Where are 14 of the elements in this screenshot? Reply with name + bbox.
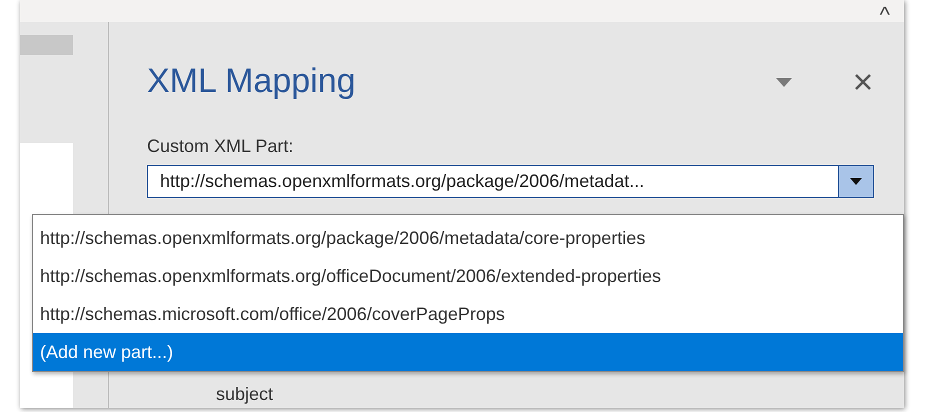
field-label: Custom XML Part: xyxy=(147,136,294,157)
collapse-ribbon-button[interactable]: ^ xyxy=(880,4,890,26)
dropdown-option[interactable]: http://schemas.openxmlformats.org/package/2006/metadata/core-properties xyxy=(33,219,903,257)
caret-icon xyxy=(850,178,862,185)
dropdown-button[interactable] xyxy=(838,166,873,197)
pane-options-icon[interactable] xyxy=(776,78,792,86)
custom-xml-part-combobox[interactable]: http://schemas.openxmlformats.org/package/2006/metadat... xyxy=(147,165,874,198)
dropdown-option[interactable]: http://schemas.openxmlformats.org/officeDocument/2006/extended-properties xyxy=(33,257,903,295)
pane-title: XML Mapping xyxy=(147,62,357,100)
ruler xyxy=(20,35,73,55)
tree-node[interactable]: subject xyxy=(216,384,274,404)
dropdown-option[interactable]: http://schemas.microsoft.com/office/2006/coverPageProps xyxy=(33,295,903,333)
dropdown-option[interactable]: (Add new part...) xyxy=(33,333,903,371)
close-icon[interactable] xyxy=(854,73,872,91)
